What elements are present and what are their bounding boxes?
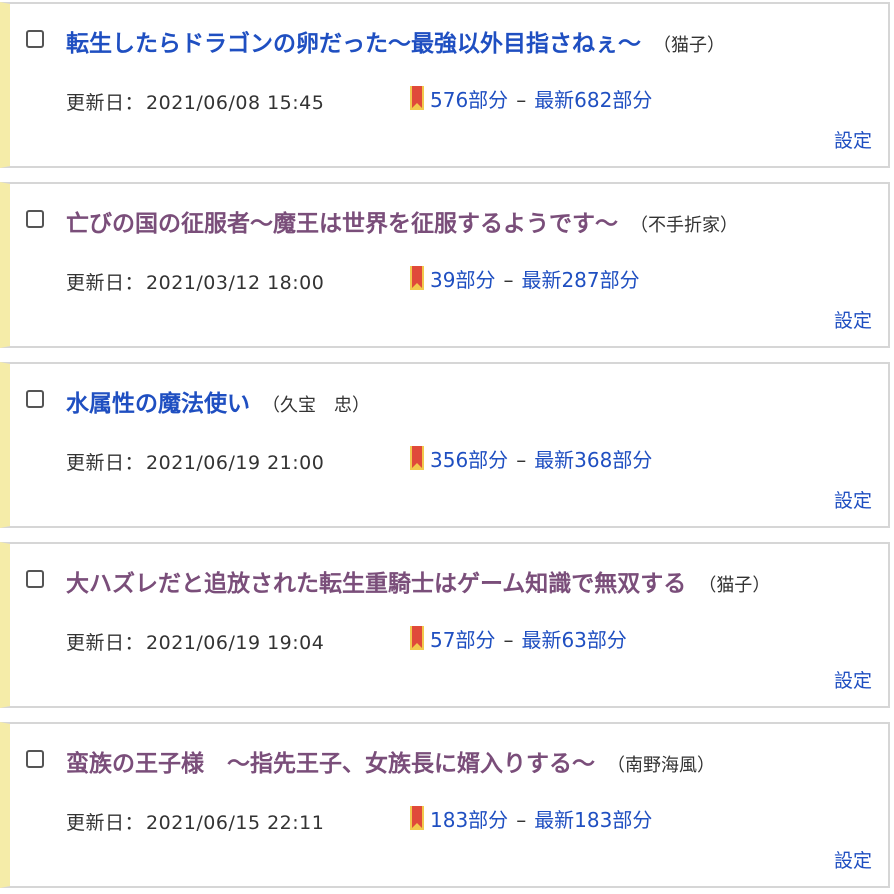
settings-link[interactable]: 設定 bbox=[834, 126, 872, 153]
list-item: 蛮族の王子様 〜指先王子、女族長に婿入りする〜南野海風 更新日2021/06/1… bbox=[0, 722, 890, 888]
bookmark-list: 転生したらドラゴンの卵だった〜最強以外目指さねぇ〜猫子 更新日2021/06/0… bbox=[0, 0, 894, 894]
update-info: 更新日2021/03/12 18:00 bbox=[66, 268, 324, 295]
settings-link[interactable]: 設定 bbox=[834, 486, 872, 513]
bookmark-area: 356部分 – 最新368部分 bbox=[408, 444, 652, 473]
bookmark-area: 39部分 – 最新287部分 bbox=[408, 264, 640, 293]
list-item: 転生したらドラゴンの卵だった〜最強以外目指さねぇ〜猫子 更新日2021/06/0… bbox=[0, 2, 890, 168]
title-row: 水属性の魔法使い久宝 忠 bbox=[66, 384, 878, 418]
bookmark-icon bbox=[410, 86, 424, 110]
updated-label: 更新日 bbox=[66, 632, 144, 654]
update-info: 更新日2021/06/19 19:04 bbox=[66, 628, 324, 655]
bookmark-chapter-link[interactable]: 57部分 bbox=[430, 628, 495, 652]
latest-chapter-link[interactable]: 最新63部分 bbox=[521, 628, 626, 652]
novel-title-link[interactable]: 転生したらドラゴンの卵だった〜最強以外目指さねぇ〜 bbox=[66, 31, 641, 57]
settings-link[interactable]: 設定 bbox=[834, 306, 872, 333]
updated-label: 更新日 bbox=[66, 812, 144, 834]
updated-date: 2021/06/19 21:00 bbox=[146, 452, 325, 474]
latest-chapter-link[interactable]: 最新368部分 bbox=[534, 448, 652, 472]
list-item: 水属性の魔法使い久宝 忠 更新日2021/06/19 21:00 356部分–最… bbox=[0, 362, 890, 528]
update-info: 更新日2021/06/15 22:11 bbox=[66, 808, 324, 835]
updated-label: 更新日 bbox=[66, 92, 144, 114]
separator-dash: – bbox=[516, 448, 527, 472]
settings-link[interactable]: 設定 bbox=[834, 846, 872, 873]
settings-link[interactable]: 設定 bbox=[834, 666, 872, 693]
title-row: 亡びの国の征服者〜魔王は世界を征服するようです〜不手折家 bbox=[66, 204, 878, 238]
bookmark-chapter-link[interactable]: 183部分 bbox=[430, 808, 508, 832]
bookmark-area: 576部分 – 最新682部分 bbox=[408, 84, 652, 113]
select-checkbox[interactable] bbox=[26, 750, 44, 768]
latest-chapter-link[interactable]: 最新287部分 bbox=[521, 268, 639, 292]
novel-title-link[interactable]: 大ハズレだと追放された転生重騎士はゲーム知識で無双する bbox=[66, 571, 686, 597]
author-name: 南野海風 bbox=[607, 755, 715, 776]
select-checkbox[interactable] bbox=[26, 30, 44, 48]
separator-dash: – bbox=[516, 808, 527, 832]
bookmark-chapter-link[interactable]: 39部分 bbox=[430, 268, 495, 292]
bookmark-icon bbox=[410, 626, 424, 650]
bookmark-icon bbox=[410, 806, 424, 830]
novel-title-link[interactable]: 水属性の魔法使い bbox=[66, 391, 250, 417]
updated-label: 更新日 bbox=[66, 452, 144, 474]
bookmark-icon bbox=[410, 446, 424, 470]
latest-chapter-link[interactable]: 最新183部分 bbox=[534, 808, 652, 832]
title-row: 蛮族の王子様 〜指先王子、女族長に婿入りする〜南野海風 bbox=[66, 744, 878, 778]
bookmark-chapter-link[interactable]: 356部分 bbox=[430, 448, 508, 472]
separator-dash: – bbox=[516, 88, 527, 112]
update-info: 更新日2021/06/19 21:00 bbox=[66, 448, 324, 475]
author-name: 猫子 bbox=[698, 575, 770, 596]
list-item: 大ハズレだと追放された転生重騎士はゲーム知識で無双する猫子 更新日2021/06… bbox=[0, 542, 890, 708]
select-checkbox[interactable] bbox=[26, 210, 44, 228]
updated-date: 2021/06/08 15:45 bbox=[146, 92, 325, 114]
title-row: 転生したらドラゴンの卵だった〜最強以外目指さねぇ〜猫子 bbox=[66, 24, 878, 58]
novel-title-link[interactable]: 蛮族の王子様 〜指先王子、女族長に婿入りする〜 bbox=[66, 751, 595, 777]
latest-chapter-link[interactable]: 最新682部分 bbox=[534, 88, 652, 112]
updated-label: 更新日 bbox=[66, 272, 144, 294]
list-item: 亡びの国の征服者〜魔王は世界を征服するようです〜不手折家 更新日2021/03/… bbox=[0, 182, 890, 348]
update-info: 更新日2021/06/08 15:45 bbox=[66, 88, 324, 115]
select-checkbox[interactable] bbox=[26, 570, 44, 588]
novel-title-link[interactable]: 亡びの国の征服者〜魔王は世界を征服するようです〜 bbox=[66, 211, 618, 237]
updated-date: 2021/06/15 22:11 bbox=[146, 812, 325, 834]
bookmark-area: 57部分 – 最新63部分 bbox=[408, 624, 627, 653]
updated-date: 2021/03/12 18:00 bbox=[146, 272, 325, 294]
select-checkbox[interactable] bbox=[26, 390, 44, 408]
updated-date: 2021/06/19 19:04 bbox=[146, 632, 325, 654]
bookmark-icon bbox=[410, 266, 424, 290]
separator-dash: – bbox=[503, 628, 514, 652]
bookmark-area: 183部分 – 最新183部分 bbox=[408, 804, 652, 833]
title-row: 大ハズレだと追放された転生重騎士はゲーム知識で無双する猫子 bbox=[66, 564, 878, 598]
author-name: 久宝 忠 bbox=[262, 395, 370, 416]
separator-dash: – bbox=[503, 268, 514, 292]
author-name: 猫子 bbox=[653, 35, 725, 56]
author-name: 不手折家 bbox=[630, 215, 738, 236]
bookmark-chapter-link[interactable]: 576部分 bbox=[430, 88, 508, 112]
